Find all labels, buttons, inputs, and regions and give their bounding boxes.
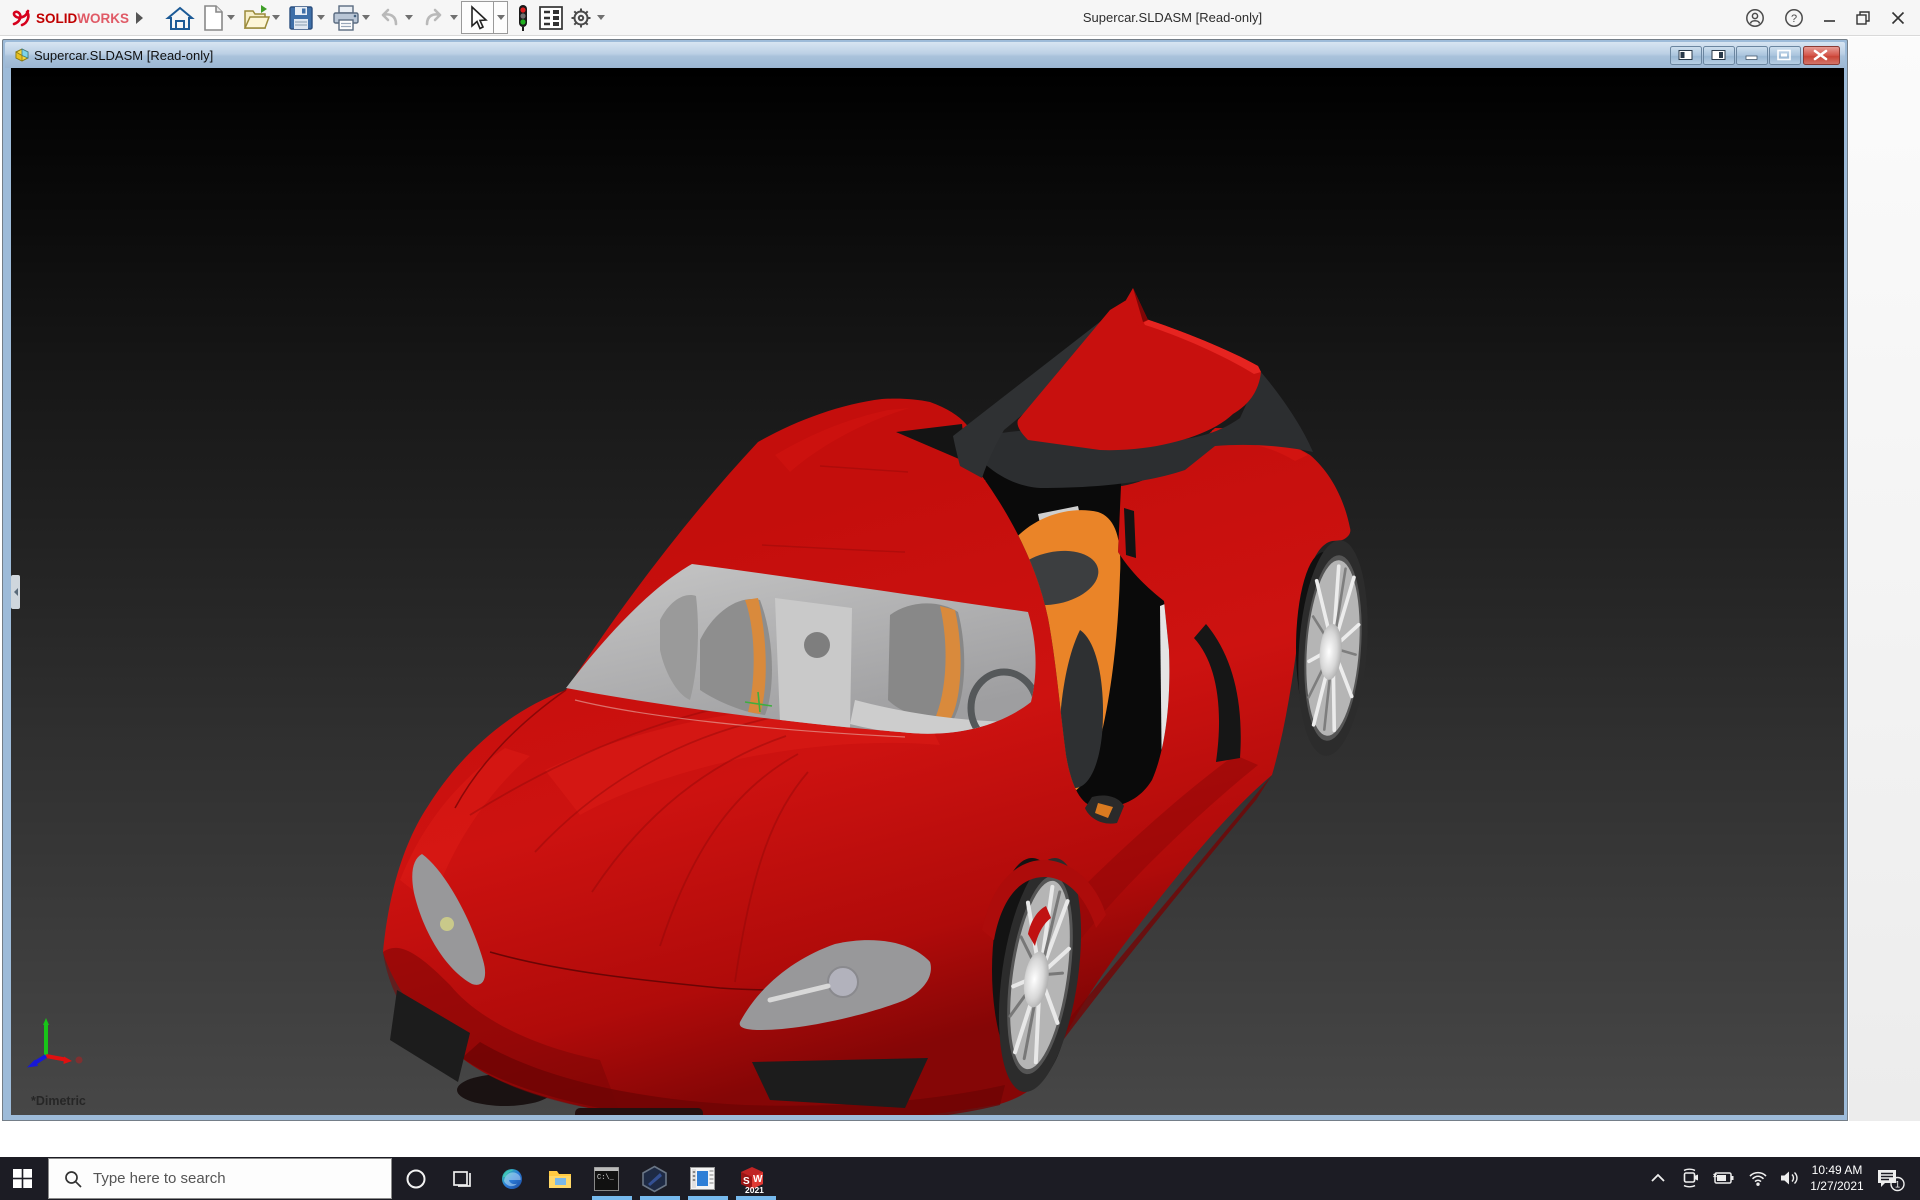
- svg-text:?: ?: [1791, 13, 1797, 25]
- svg-text:C:\_: C:\_: [597, 1174, 615, 1182]
- svg-text:2021: 2021: [745, 1185, 764, 1194]
- svg-text:1: 1: [1895, 1180, 1900, 1191]
- svg-text:W: W: [753, 1174, 763, 1185]
- svg-text:*Dimetric: *Dimetric: [31, 1094, 86, 1108]
- svg-text:SOLIDWORKS: SOLIDWORKS: [36, 11, 129, 26]
